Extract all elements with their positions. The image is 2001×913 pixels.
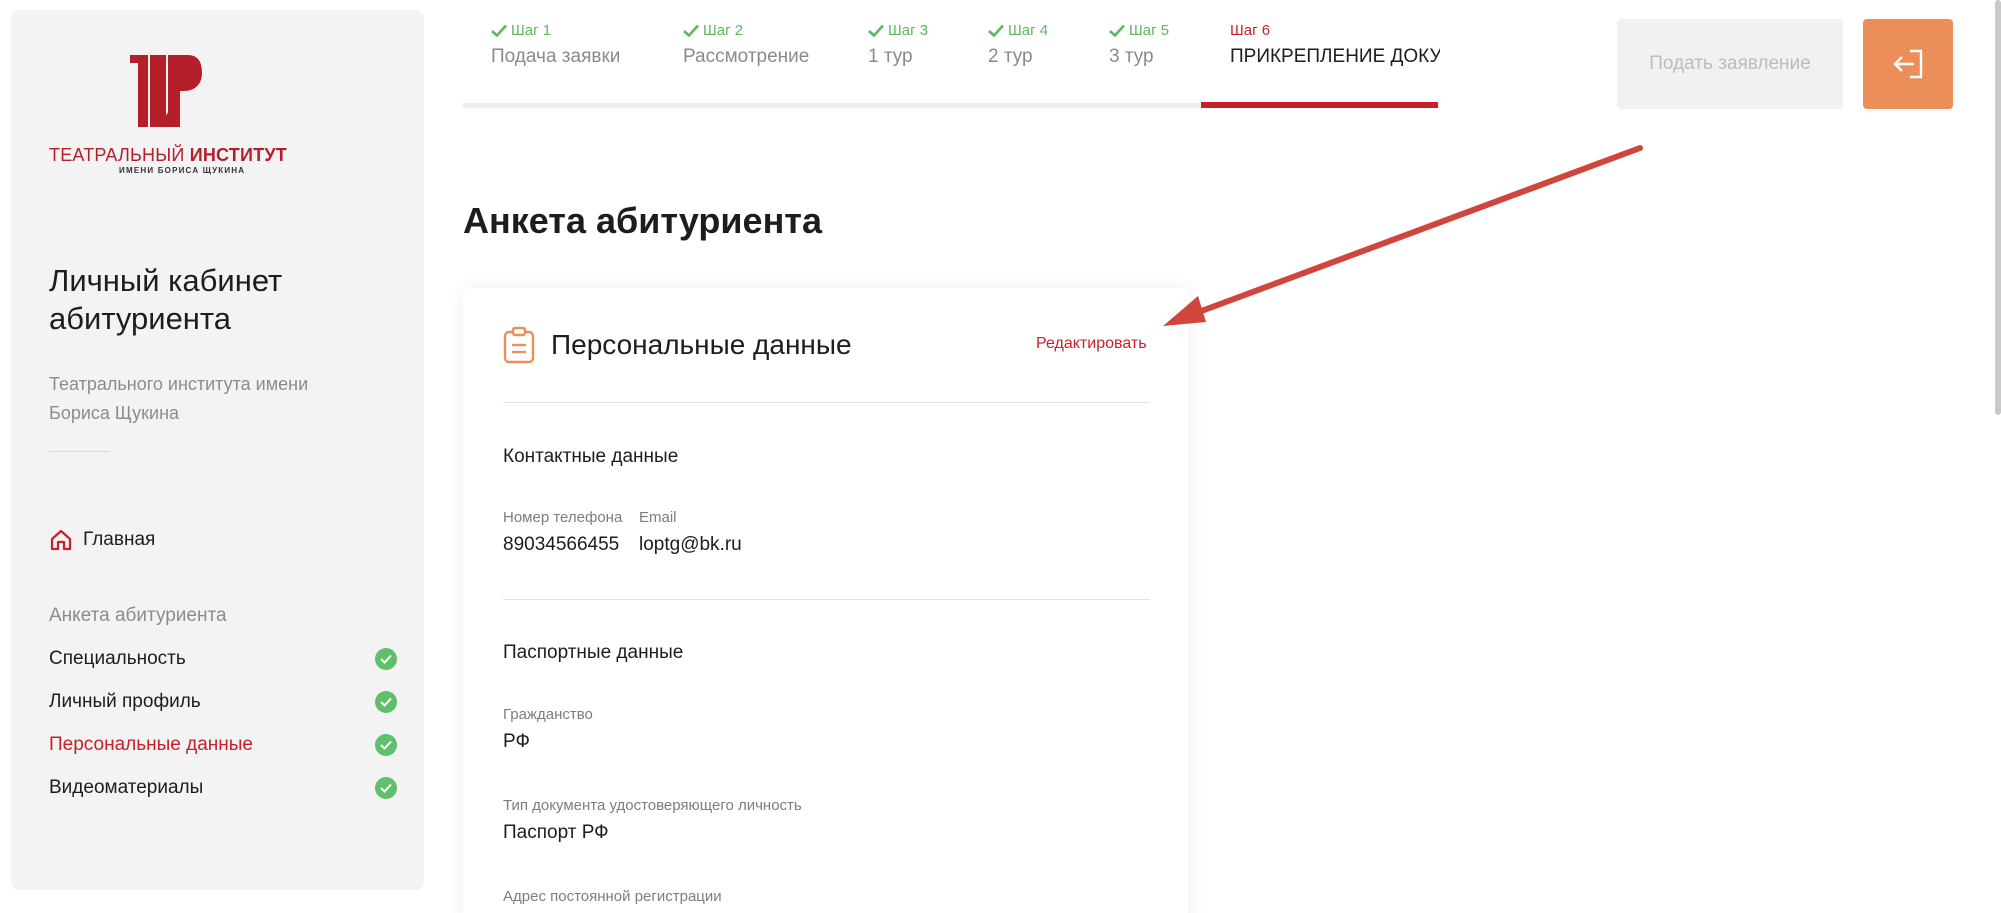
sidebar-item-label: Видеоматериалы: [49, 777, 204, 798]
current-step-indicator: [1201, 102, 1438, 108]
step-4[interactable]: Шаг 4 2 тур: [988, 22, 1048, 68]
step-number: Шаг 6: [1230, 22, 1271, 39]
step-number: Шаг 5: [1129, 22, 1170, 39]
logo-text-line1: ТЕАТРАЛЬНЫЙ ИНСТИТУТ: [49, 145, 287, 165]
logo-mark-icon: [130, 55, 202, 127]
clipboard-icon: [503, 326, 535, 364]
email-label: Email: [639, 509, 677, 526]
step-name: Подача заявки: [491, 46, 621, 67]
check-icon: [491, 24, 507, 37]
step-name: 3 тур: [1109, 46, 1154, 67]
check-icon: [375, 734, 397, 756]
page-scrollbar[interactable]: [1995, 0, 2001, 415]
sidebar-subtitle: Театрального института имени Бориса Щуки…: [49, 374, 309, 423]
passport-section-title: Паспортные данные: [503, 642, 684, 663]
logout-icon: [1893, 49, 1923, 79]
citizenship-value: РФ: [503, 731, 530, 752]
step-number: Шаг 1: [511, 22, 552, 39]
sidebar: ТЕАТРАЛЬНЫЙ ИНСТИТУТ ИМЕНИ БОРИСА ЩУКИНА…: [11, 10, 424, 890]
card-header: Персональные данные: [503, 326, 852, 364]
check-icon: [375, 648, 397, 670]
sidebar-item-personal-data[interactable]: Персональные данные: [49, 734, 397, 756]
divider: [503, 599, 1150, 600]
doc-type-value: Паспорт РФ: [503, 822, 609, 843]
card-title: Персональные данные: [551, 329, 852, 360]
contacts-section-title: Контактные данные: [503, 446, 679, 467]
check-icon: [1109, 24, 1125, 37]
doc-type-label: Тип документа удостоверяющего личность: [503, 797, 802, 814]
email-value: loptg@bk.ru: [639, 534, 742, 555]
sidebar-item-label: Специальность: [49, 648, 186, 669]
steps-progress: Шаг 1 Подача заявки Шаг 2 Рассмотрение Ш…: [463, 0, 1440, 108]
sidebar-item-label: Персональные данные: [49, 734, 253, 755]
step-number: Шаг 3: [888, 22, 929, 39]
sidebar-item-video[interactable]: Видеоматериалы: [49, 777, 397, 799]
edit-link[interactable]: Редактировать: [1036, 335, 1147, 353]
divider: [503, 402, 1150, 403]
citizenship-label: Гражданство: [503, 706, 593, 723]
sidebar-item-specialty[interactable]: Специальность: [49, 648, 397, 670]
step-number: Шаг 4: [1008, 22, 1049, 39]
sidebar-item-home[interactable]: Главная: [49, 528, 155, 552]
page-title: Анкета абитуриента: [463, 200, 822, 241]
step-1[interactable]: Шаг 1 Подача заявки: [491, 22, 620, 68]
step-2[interactable]: Шаг 2 Рассмотрение: [683, 22, 809, 68]
check-icon: [375, 691, 397, 713]
step-3[interactable]: Шаг 3 1 тур: [868, 22, 928, 68]
sidebar-divider: [49, 451, 109, 452]
step-6[interactable]: Шаг 6 ПРИКРЕПЛЕНИЕ ДОКУМЕНТОВ: [1230, 22, 1440, 68]
submit-application-button[interactable]: Подать заявление: [1617, 19, 1843, 109]
step-5[interactable]: Шаг 5 3 тур: [1109, 22, 1169, 68]
check-icon: [988, 24, 1004, 37]
step-name: 2 тур: [988, 46, 1033, 67]
sidebar-item-label: Личный профиль: [49, 691, 201, 712]
step-name: Рассмотрение: [683, 46, 810, 67]
phone-label: Номер телефона: [503, 509, 623, 526]
step-name: 1 тур: [868, 46, 913, 67]
check-icon: [683, 24, 699, 37]
step-number: Шаг 2: [703, 22, 744, 39]
home-icon: [50, 529, 72, 551]
sidebar-item-profile[interactable]: Личный профиль: [49, 691, 397, 713]
check-icon: [375, 777, 397, 799]
logout-button[interactable]: [1863, 19, 1953, 109]
sidebar-title: Личный кабинет абитуриента: [49, 263, 283, 336]
address-label: Адрес постоянной регистрации: [503, 888, 722, 905]
logo-text-line2: ИМЕНИ БОРИСА ЩУКИНА: [119, 166, 246, 175]
step-name: ПРИКРЕПЛЕНИЕ ДОКУМЕНТОВ: [1230, 46, 1440, 67]
phone-value: 89034566455: [503, 534, 620, 555]
check-icon: [868, 24, 884, 37]
personal-data-card: Персональные данные Редактировать Контак…: [463, 288, 1188, 913]
sidebar-section-label: Анкета абитуриента: [49, 605, 227, 626]
sidebar-item-label: Главная: [83, 529, 156, 550]
